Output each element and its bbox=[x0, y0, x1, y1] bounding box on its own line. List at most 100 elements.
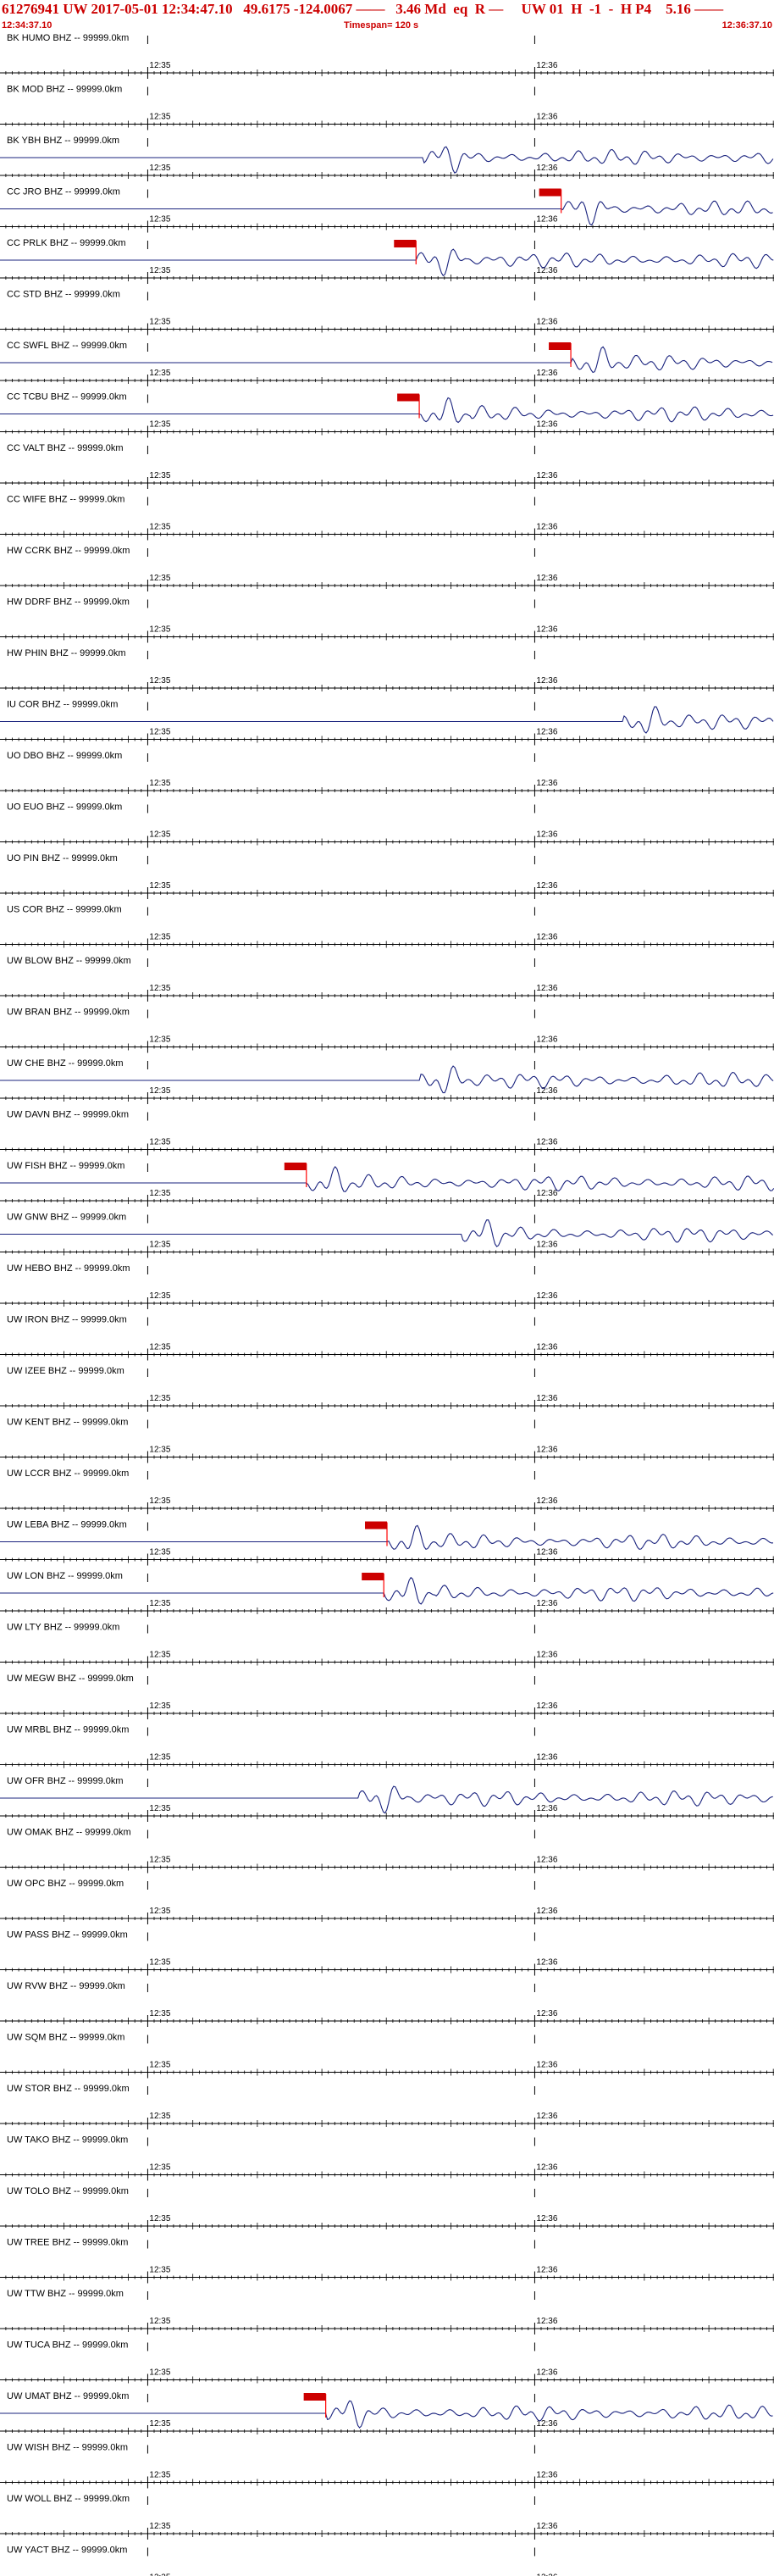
tick-label: 12:35 bbox=[149, 1241, 170, 1250]
channel-label: BK MOD BHZ -- 99999.0km bbox=[7, 85, 122, 95]
channel-label: CC JRO BHZ -- 99999.0km bbox=[7, 187, 120, 197]
channel-label: CC VALT BHZ -- 99999.0km bbox=[7, 443, 124, 453]
pick-flag bbox=[394, 240, 417, 247]
tick-label: 12:36 bbox=[536, 1291, 557, 1301]
tick-label: 12:35 bbox=[149, 2522, 170, 2531]
tick-label: 12:35 bbox=[149, 1907, 170, 1916]
tick-label: 12:36 bbox=[536, 933, 557, 942]
channel-label: UW TAKO BHZ -- 99999.0km bbox=[7, 2135, 128, 2146]
channel-label: UW LON BHZ -- 99999.0km bbox=[7, 1571, 123, 1581]
tick-label: 12:36 bbox=[536, 1241, 557, 1250]
tick-label: 12:35 bbox=[149, 1291, 170, 1301]
tick-label: 12:35 bbox=[149, 1548, 170, 1557]
tick-label: 12:36 bbox=[536, 1958, 557, 1968]
tick-label: 12:36 bbox=[536, 2266, 557, 2275]
tick-label: 12:35 bbox=[149, 266, 170, 275]
tick-label: 12:36 bbox=[536, 728, 557, 737]
channel-label: UW WOLL BHZ -- 99999.0km bbox=[7, 2494, 130, 2504]
tick-label: 12:36 bbox=[536, 1189, 557, 1198]
tick-label: 12:35 bbox=[149, 1343, 170, 1352]
channel-label: UW WISH BHZ -- 99999.0km bbox=[7, 2443, 128, 2453]
waveform-trace bbox=[0, 1785, 773, 1814]
tick-label: 12:35 bbox=[149, 2471, 170, 2480]
channel-label: UW MRBL BHZ -- 99999.0km bbox=[7, 1725, 129, 1735]
channel-label: CC TCBU BHZ -- 99999.0km bbox=[7, 392, 127, 402]
pick-flag bbox=[365, 1521, 387, 1530]
tick-label: 12:36 bbox=[536, 2112, 557, 2121]
channel-label: UW YACT BHZ -- 99999.0km bbox=[7, 2545, 127, 2556]
tick-label: 12:36 bbox=[536, 1907, 557, 1916]
channel-label: US COR BHZ -- 99999.0km bbox=[7, 905, 122, 915]
channel-label: UW LTY BHZ -- 99999.0km bbox=[7, 1623, 119, 1633]
tick-label: 12:35 bbox=[149, 728, 170, 737]
tick-label: 12:36 bbox=[536, 164, 557, 173]
tick-label: 12:36 bbox=[536, 1394, 557, 1403]
tick-label: 12:36 bbox=[536, 1856, 557, 1865]
tick-label: 12:35 bbox=[149, 318, 170, 327]
tick-label: 12:36 bbox=[536, 2163, 557, 2173]
channel-label: CC STD BHZ -- 99999.0km bbox=[7, 290, 120, 300]
channel-label: UO DBO BHZ -- 99999.0km bbox=[7, 751, 122, 761]
channel-label: UW KENT BHZ -- 99999.0km bbox=[7, 1418, 128, 1428]
channel-label: CC SWFL BHZ -- 99999.0km bbox=[7, 341, 127, 351]
pick-flag bbox=[284, 1163, 307, 1170]
tick-label: 12:36 bbox=[536, 830, 557, 840]
pick-flag bbox=[397, 393, 420, 402]
tick-label: 12:36 bbox=[536, 2009, 557, 2018]
tick-label: 12:35 bbox=[149, 2266, 170, 2275]
waveform-trace bbox=[0, 2400, 773, 2429]
tick-label: 12:35 bbox=[149, 676, 170, 686]
channel-label: UW LEBA BHZ -- 99999.0km bbox=[7, 1520, 127, 1530]
tick-label: 12:36 bbox=[536, 215, 557, 225]
tick-label: 12:35 bbox=[149, 2368, 170, 2378]
pick-flag bbox=[549, 342, 572, 350]
tick-label: 12:36 bbox=[536, 318, 557, 327]
tick-label: 12:35 bbox=[149, 1958, 170, 1968]
tick-label: 12:36 bbox=[536, 1138, 557, 1147]
tick-label: 12:35 bbox=[149, 1651, 170, 1660]
tick-label: 12:36 bbox=[536, 625, 557, 635]
tick-label: 12:36 bbox=[536, 2471, 557, 2480]
tick-label: 12:36 bbox=[536, 2368, 557, 2378]
tick-label: 12:36 bbox=[536, 2522, 557, 2531]
tick-label: 12:36 bbox=[536, 523, 557, 532]
channel-label: UW GNW BHZ -- 99999.0km bbox=[7, 1213, 126, 1223]
tick-label: 12:36 bbox=[536, 113, 557, 122]
channel-label: IU COR BHZ -- 99999.0km bbox=[7, 700, 118, 710]
waveform-trace bbox=[0, 1219, 773, 1247]
tick-label: 12:36 bbox=[536, 1651, 557, 1660]
tick-label: 12:36 bbox=[536, 2061, 557, 2070]
channel-label: CC PRLK BHZ -- 99999.0km bbox=[7, 238, 126, 248]
channel-label: UW DAVN BHZ -- 99999.0km bbox=[7, 1110, 129, 1120]
tick-label: 12:36 bbox=[536, 420, 557, 430]
channel-label: BK YBH BHZ -- 99999.0km bbox=[7, 136, 119, 146]
channel-label: UW OPC BHZ -- 99999.0km bbox=[7, 1879, 124, 1889]
tick-label: 12:36 bbox=[536, 984, 557, 993]
tick-label: 12:35 bbox=[149, 1496, 170, 1506]
tick-label: 12:36 bbox=[536, 2317, 557, 2326]
tick-label: 12:35 bbox=[149, 2163, 170, 2173]
tick-label: 12:35 bbox=[149, 471, 170, 480]
tick-label: 12:35 bbox=[149, 215, 170, 225]
tick-label: 12:36 bbox=[536, 1496, 557, 1506]
channel-label: UW TREE BHZ -- 99999.0km bbox=[7, 2238, 128, 2248]
channel-label: UO PIN BHZ -- 99999.0km bbox=[7, 853, 118, 863]
tick-label: 12:35 bbox=[149, 523, 170, 532]
tick-label: 12:35 bbox=[149, 164, 170, 173]
tick-label: 12:35 bbox=[149, 2112, 170, 2121]
tick-label: 12:35 bbox=[149, 2573, 170, 2576]
tick-label: 12:36 bbox=[536, 779, 557, 788]
channel-label: HW DDRF BHZ -- 99999.0km bbox=[7, 597, 130, 608]
waveform-trace bbox=[0, 706, 774, 734]
channel-label: UW STOR BHZ -- 99999.0km bbox=[7, 2084, 130, 2094]
tick-label: 12:35 bbox=[149, 1446, 170, 1455]
channel-label: UW FISH BHZ -- 99999.0km bbox=[7, 1161, 124, 1171]
tick-label: 12:35 bbox=[149, 830, 170, 840]
channel-label: HW PHIN BHZ -- 99999.0km bbox=[7, 648, 126, 658]
tick-label: 12:35 bbox=[149, 1394, 170, 1403]
waveform-trace bbox=[0, 200, 773, 226]
channel-label: BK HUMO BHZ -- 99999.0km bbox=[7, 33, 129, 43]
tick-label: 12:36 bbox=[536, 1343, 557, 1352]
tick-label: 12:35 bbox=[149, 61, 170, 70]
tick-label: 12:36 bbox=[536, 1446, 557, 1455]
